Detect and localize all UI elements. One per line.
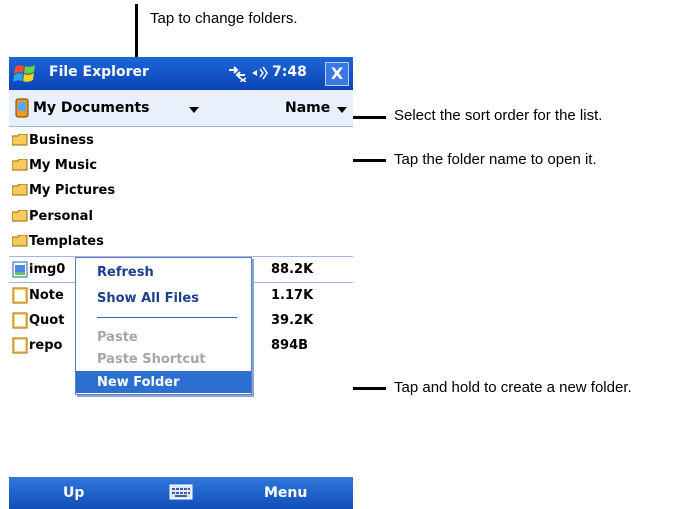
keyboard-icon[interactable] [169,483,193,501]
file-size: 894B [271,338,309,353]
list-item[interactable]: Personal [9,204,353,229]
volume-icon[interactable] [251,65,269,81]
bottom-menu-bar: Up Menu [9,477,353,509]
menu-item-label: Refresh [97,265,154,280]
list-item[interactable]: My Pictures [9,178,353,203]
menu-item-label: Show All Files [97,291,199,306]
file-size: 1.17K [271,288,314,303]
current-folder-label: My Documents [33,100,150,116]
menu-item-label: New Folder [97,375,180,390]
note-file-icon [12,287,28,304]
image-file-icon [12,261,28,278]
sort-label: Name [285,100,331,116]
list-item-name: Personal [29,209,93,224]
callout-new-folder: Tap and hold to create a new folder. [394,379,632,396]
sort-chevron-down-icon [337,107,347,113]
file-name: repo [29,338,63,353]
list-item-name: Templates [29,234,104,249]
file-name: img0 [29,262,66,277]
clock[interactable]: 7:48 [272,64,307,80]
menu-item-refresh[interactable]: Refresh [76,261,251,283]
folder-icon [12,159,28,171]
menu-item-new-folder[interactable]: New Folder [76,371,251,393]
menu-item-paste[interactable]: Paste [76,326,251,348]
list-item[interactable]: Business [9,128,353,153]
file-size: 39.2K [271,313,314,328]
list-item-name: My Pictures [29,183,116,198]
device-folder-icon [15,98,29,118]
folder-icon [12,235,28,247]
sort-selector[interactable]: Name [279,90,349,126]
menu-button[interactable]: Menu [264,485,307,501]
callout-line-sort [348,116,386,119]
list-item-name: My Music [29,158,98,173]
menu-item-paste-shortcut[interactable]: Paste Shortcut [76,348,251,370]
title-bar: File Explorer 7:48 X [9,57,353,90]
document-file-icon [12,337,28,354]
folder-navbar: My Documents Name [9,90,353,127]
context-menu: Refresh Show All Files Paste Paste Short… [75,257,252,395]
chevron-down-icon [189,107,199,113]
folder-icon [12,210,28,222]
connectivity-icon[interactable] [227,64,247,82]
file-size: 88.2K [271,262,314,277]
file-name: Quot [29,313,65,328]
list-item-name: Business [29,133,94,148]
folder-icon [12,184,28,196]
up-button[interactable]: Up [63,485,84,501]
device-screen: File Explorer 7:48 X My Documents Name B… [9,57,353,509]
menu-separator [97,317,237,318]
close-button[interactable]: X [325,62,349,86]
list-item[interactable]: My Music [9,153,353,178]
menu-item-label: Paste [97,330,138,345]
callout-sort-order: Select the sort order for the list. [394,107,603,124]
callout-change-folders: Tap to change folders. [150,10,298,27]
list-item[interactable]: Templates [9,229,353,254]
folder-selector[interactable]: My Documents [33,90,223,126]
menu-item-label: Paste Shortcut [97,352,206,367]
folder-icon [12,134,28,146]
menu-item-show-all-files[interactable]: Show All Files [76,287,251,309]
start-menu-icon[interactable] [13,62,37,84]
callout-open-folder: Tap the folder name to open it. [394,151,597,168]
file-name: Note [29,288,64,303]
document-file-icon [12,312,28,329]
app-title: File Explorer [49,64,149,80]
